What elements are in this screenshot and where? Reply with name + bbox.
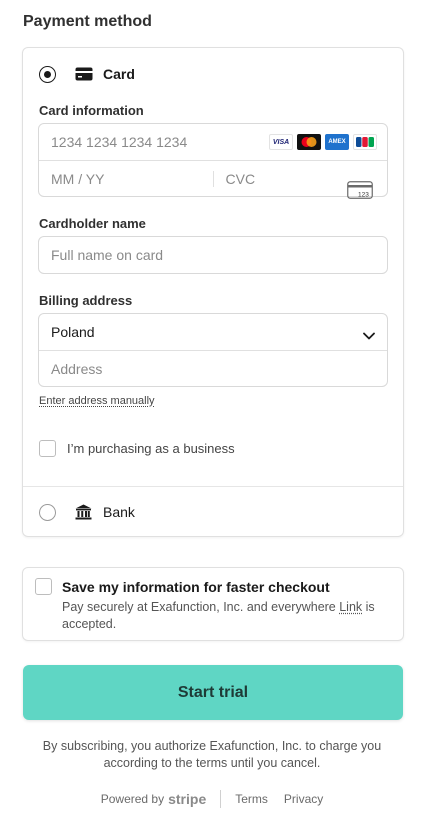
privacy-link[interactable]: Privacy [284, 792, 323, 806]
card-option-label[interactable]: Card [103, 66, 135, 82]
address-field[interactable]: Address [39, 350, 387, 386]
save-info-description: Pay securely at Exafunction, Inc. and ev… [62, 599, 392, 633]
terms-link[interactable]: Terms [235, 792, 268, 806]
expiry-field[interactable]: MM / YY [39, 171, 213, 187]
business-checkbox[interactable] [39, 440, 56, 457]
save-info-checkbox[interactable] [35, 578, 52, 595]
card-info-group: 1234 1234 1234 1234 VISA AMEX MM / YY CV… [38, 123, 388, 199]
stripe-logo[interactable]: stripe [168, 791, 206, 807]
cardholder-placeholder: Full name on card [51, 247, 164, 263]
chevron-down-icon [363, 327, 375, 345]
start-trial-button[interactable]: Start trial [23, 665, 403, 720]
mastercard-icon [297, 134, 321, 150]
country-select[interactable]: Poland [39, 314, 387, 350]
amex-icon: AMEX [325, 134, 349, 150]
powered-by-text: Powered by [100, 792, 165, 806]
card-radio[interactable] [39, 66, 56, 83]
jcb-icon [353, 134, 377, 150]
card-info-label: Card information [39, 103, 144, 118]
link-info-link[interactable]: Link [339, 600, 362, 614]
page-title: Payment method [23, 13, 152, 30]
payment-method-panel: Card Card information 1234 1234 1234 123… [22, 47, 404, 537]
save-info-desc-prefix: Pay securely at Exafunction, Inc. and ev… [62, 600, 340, 614]
bank-option-label[interactable]: Bank [103, 504, 135, 520]
card-number-field[interactable]: 1234 1234 1234 1234 VISA AMEX [39, 124, 387, 160]
card-brands: VISA AMEX [269, 134, 377, 150]
divider [23, 486, 403, 487]
card-icon [75, 67, 93, 86]
enter-address-manually-link[interactable]: Enter address manually [39, 395, 155, 407]
footer: Powered by stripe Terms Privacy [0, 790, 424, 808]
address-placeholder: Address [51, 360, 103, 377]
visa-icon: VISA [269, 134, 293, 150]
cvc-placeholder: CVC [225, 170, 256, 187]
bank-radio[interactable] [39, 504, 56, 521]
footer-separator [220, 790, 222, 808]
billing-label: Billing address [39, 293, 133, 308]
country-value: Poland [51, 324, 95, 340]
cardholder-label: Cardholder name [39, 216, 146, 231]
cvc-icon: 123 [347, 180, 373, 204]
business-checkbox-label[interactable]: I’m purchasing as a business [67, 441, 235, 456]
save-info-panel: Save my information for faster checkout … [22, 567, 404, 641]
save-info-title[interactable]: Save my information for faster checkout [62, 579, 330, 595]
cardholder-field[interactable]: Full name on card [38, 236, 388, 274]
bank-icon [75, 504, 92, 525]
svg-text:123: 123 [358, 191, 369, 198]
billing-group: Poland Address [38, 313, 388, 387]
cvc-field[interactable]: CVC 123 [212, 170, 388, 199]
card-expiry-cvc-row: MM / YY CVC 123 [39, 160, 388, 199]
legal-text: By subscribing, you authorize Exafunctio… [42, 739, 382, 770]
card-number-placeholder: 1234 1234 1234 1234 [51, 134, 188, 150]
expiry-placeholder: MM / YY [51, 170, 105, 187]
